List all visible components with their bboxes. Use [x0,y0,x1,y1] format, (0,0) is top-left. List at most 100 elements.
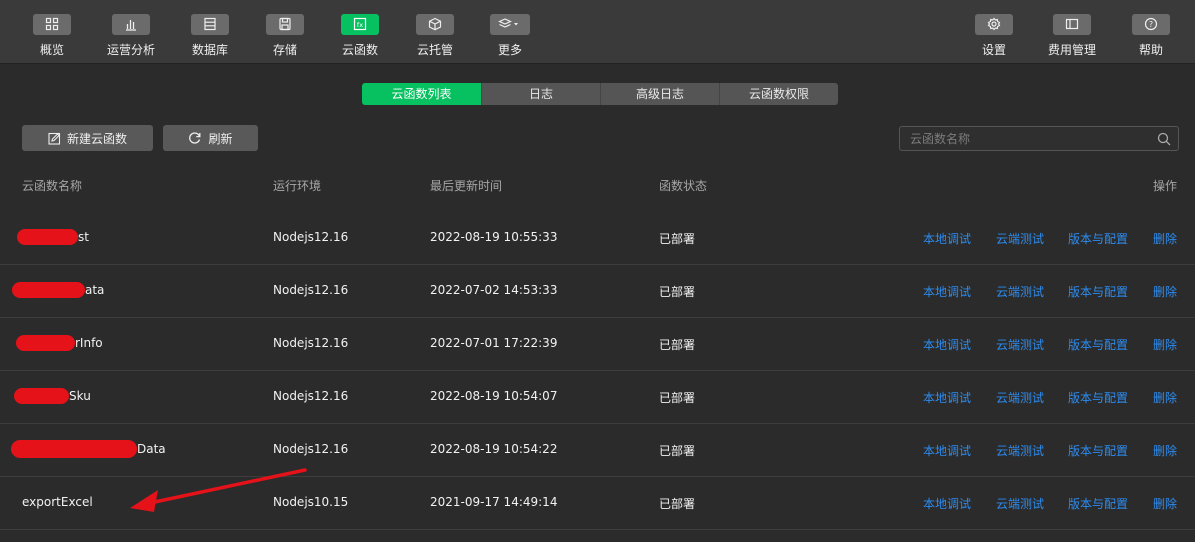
column-header-ops: 操作 [1153,179,1178,193]
cloud-test-link[interactable]: 云端测试 [996,283,1044,300]
toolbar-billing[interactable]: 费用管理 [1040,14,1104,58]
refresh-button[interactable]: 刷新 [163,125,258,151]
svg-text:?: ? [1149,20,1153,29]
table-header: 云函数名称 运行环境 最后更新时间 函数状态 操作 [0,177,1195,197]
delete-link[interactable]: 删除 [1153,336,1177,353]
delete-link[interactable]: 删除 [1153,495,1177,512]
function-name[interactable]: exportExcel [22,495,93,509]
delete-link[interactable]: 删除 [1153,389,1177,406]
function-status: 已部署 [659,497,696,511]
toolbar-label: 更多 [497,43,522,57]
toolbar-label: 数据库 [191,43,228,57]
function-icon: fx [341,14,379,35]
toolbar-help[interactable]: ? 帮助 [1119,14,1183,58]
toolbar-label: 设置 [981,43,1006,57]
local-debug-link[interactable]: 本地调试 [923,336,971,353]
top-toolbar: 概览 运营分析 数据库 存储 fx 云函数 云托管 更多 设置 费用管理 ? 帮… [0,0,1195,64]
refresh-icon [189,132,201,144]
function-runtime: Nodejs12.16 [273,442,349,456]
column-header-name: 云函数名称 [22,179,83,193]
column-header-runtime: 运行环境 [273,179,322,193]
new-function-button[interactable]: 新建云函数 [22,125,153,151]
column-header-status: 函数状态 [659,179,708,193]
toolbar-overview[interactable]: 概览 [20,14,84,58]
toolbar-analytics[interactable]: 运营分析 [99,14,163,58]
function-updated: 2022-07-01 17:22:39 [430,336,558,350]
version-config-link[interactable]: 版本与配置 [1068,389,1128,406]
cloud-test-link[interactable]: 云端测试 [996,442,1044,459]
function-runtime: Nodejs12.16 [273,389,349,403]
function-name[interactable]: st [78,230,89,244]
local-debug-link[interactable]: 本地调试 [923,283,971,300]
refresh-label: 刷新 [208,131,233,146]
function-updated: 2022-08-19 10:55:33 [430,230,558,244]
table-row: Sku Nodejs12.16 2022-08-19 10:54:07 已部署 … [0,371,1195,424]
svg-text:fx: fx [357,21,363,29]
gear-icon [975,14,1013,35]
toolbar-settings[interactable]: 设置 [962,14,1026,58]
table-row: ata Nodejs12.16 2022-07-02 14:53:33 已部署 … [0,265,1195,318]
function-status: 已部署 [659,285,696,299]
local-debug-link[interactable]: 本地调试 [923,389,971,406]
toolbar-label: 存储 [272,43,297,57]
toolbar-more[interactable]: 更多 [478,14,542,58]
layers-icon [490,14,530,35]
version-config-link[interactable]: 版本与配置 [1068,230,1128,247]
local-debug-link[interactable]: 本地调试 [923,442,971,459]
function-status: 已部署 [659,444,696,458]
cube-icon [416,14,454,35]
function-name[interactable]: Sku [69,389,91,403]
function-status: 已部署 [659,232,696,246]
function-runtime: Nodejs10.15 [273,495,349,509]
function-status: 已部署 [659,391,696,405]
new-function-label: 新建云函数 [66,131,127,146]
version-config-link[interactable]: 版本与配置 [1068,283,1128,300]
toolbar-label: 帮助 [1138,43,1163,57]
function-updated: 2022-08-19 10:54:22 [430,442,558,456]
local-debug-link[interactable]: 本地调试 [923,230,971,247]
delete-link[interactable]: 删除 [1153,230,1177,247]
edit-icon [48,132,61,145]
delete-link[interactable]: 删除 [1153,442,1177,459]
function-runtime: Nodejs12.16 [273,230,349,244]
function-name[interactable]: Data [137,442,166,456]
grid-icon [33,14,71,35]
storage-icon [266,14,304,35]
column-header-updated: 最后更新时间 [430,179,503,193]
cloud-test-link[interactable]: 云端测试 [996,230,1044,247]
version-config-link[interactable]: 版本与配置 [1068,336,1128,353]
cloud-test-link[interactable]: 云端测试 [996,495,1044,512]
delete-link[interactable]: 删除 [1153,283,1177,300]
tab-advanced-logs[interactable]: 高级日志 [600,83,719,105]
function-status: 已部署 [659,338,696,352]
search-icon[interactable] [1157,132,1171,146]
toolbar-label: 概览 [39,43,64,57]
version-config-link[interactable]: 版本与配置 [1068,442,1128,459]
version-config-link[interactable]: 版本与配置 [1068,495,1128,512]
function-updated: 2022-08-19 10:54:07 [430,389,558,403]
redaction-mark [16,335,75,351]
function-name[interactable]: ata [85,283,104,297]
toolbar-cloud-hosting[interactable]: 云托管 [403,14,467,58]
toolbar-database[interactable]: 数据库 [178,14,242,58]
function-runtime: Nodejs12.16 [273,283,349,297]
search-input[interactable] [900,127,1178,150]
tab-function-permissions[interactable]: 云函数权限 [719,83,838,105]
tab-function-list[interactable]: 云函数列表 [362,83,481,105]
redaction-mark [12,282,85,298]
toolbar-cloud-function[interactable]: fx 云函数 [328,14,392,58]
toolbar-label: 费用管理 [1047,43,1096,57]
table-row: st Nodejs12.16 2022-08-19 10:55:33 已部署 本… [0,212,1195,265]
toolbar-label: 运营分析 [106,43,155,57]
bar-chart-icon [112,14,150,35]
cloud-test-link[interactable]: 云端测试 [996,336,1044,353]
billing-icon [1053,14,1091,35]
function-runtime: Nodejs12.16 [273,336,349,350]
local-debug-link[interactable]: 本地调试 [923,495,971,512]
cloud-test-link[interactable]: 云端测试 [996,389,1044,406]
function-name[interactable]: rInfo [75,336,103,350]
redaction-mark [14,388,69,404]
toolbar-storage[interactable]: 存储 [253,14,317,58]
tab-logs[interactable]: 日志 [481,83,600,105]
function-search [899,126,1179,151]
